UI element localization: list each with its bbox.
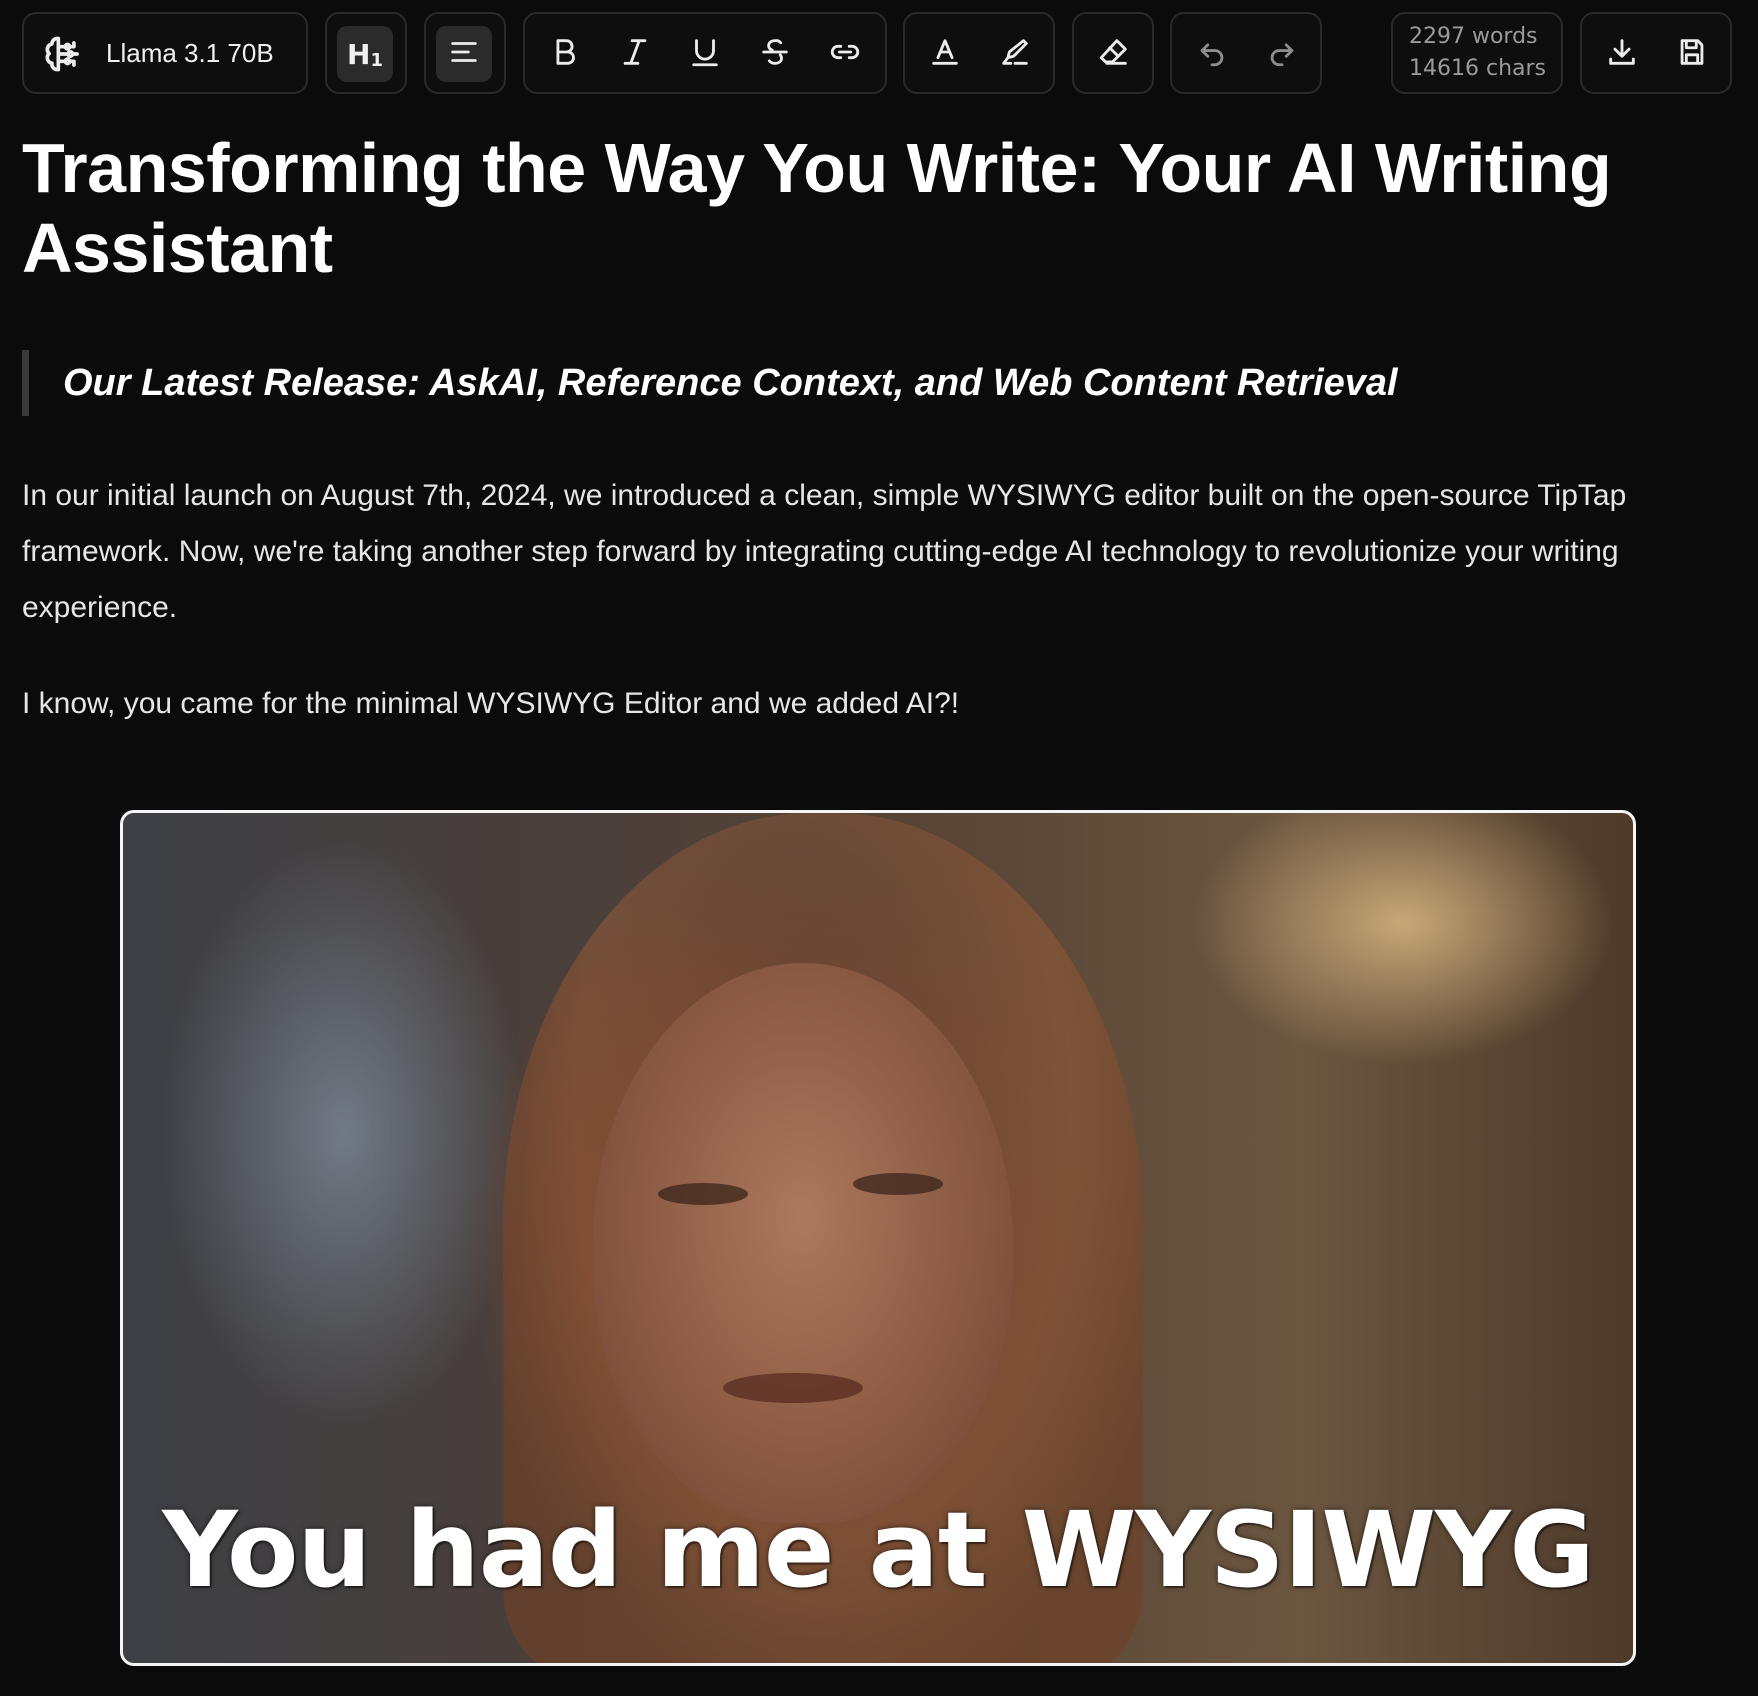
heading-letter: H — [347, 37, 371, 71]
highlighter-icon — [998, 35, 1032, 74]
eraser-group — [1072, 12, 1154, 94]
heading-button[interactable]: H1 — [337, 26, 393, 82]
heading-level: 1 — [370, 49, 383, 71]
blockquote[interactable]: Our Latest Release: AskAI, Reference Con… — [22, 350, 1722, 416]
file-group — [1580, 12, 1732, 94]
image-caption: You had me at WYSIWYG — [162, 1489, 1595, 1611]
embedded-gif-image[interactable]: You had me at WYSIWYG — [120, 810, 1636, 1666]
bold-icon — [548, 35, 582, 74]
editor-toolbar: Llama 3.1 70B H1 2297 words 14616 chars — [22, 12, 1734, 96]
text-color-button[interactable] — [917, 26, 973, 82]
clear-format-button[interactable] — [1086, 26, 1142, 82]
history-group — [1170, 12, 1322, 94]
format-group — [523, 12, 887, 94]
document-stats: 2297 words 14616 chars — [1391, 12, 1563, 94]
paragraph[interactable]: I know, you came for the minimal WYSIWYG… — [22, 676, 1734, 732]
blockquote-text: Our Latest Release: AskAI, Reference Con… — [63, 362, 1398, 404]
save-icon — [1675, 35, 1709, 74]
strikethrough-button[interactable] — [747, 26, 803, 82]
align-group — [424, 12, 506, 94]
image-face-shape — [593, 963, 1013, 1523]
strikethrough-icon — [758, 35, 792, 74]
eraser-icon — [1097, 35, 1131, 74]
model-selector[interactable]: Llama 3.1 70B — [22, 12, 308, 94]
italic-button[interactable] — [607, 26, 663, 82]
redo-icon — [1265, 35, 1299, 74]
link-icon — [828, 35, 862, 74]
text-color-icon — [928, 35, 962, 74]
color-group — [903, 12, 1055, 94]
save-button[interactable] — [1664, 26, 1720, 82]
heading-glyph: H1 — [347, 38, 383, 71]
char-count: 14616 chars — [1409, 56, 1547, 81]
redo-button[interactable] — [1254, 26, 1310, 82]
download-button[interactable] — [1594, 26, 1650, 82]
align-left-icon — [447, 35, 481, 74]
paragraph[interactable]: In our initial launch on August 7th, 202… — [22, 468, 1734, 636]
heading-group: H1 — [325, 12, 407, 94]
undo-icon — [1195, 35, 1229, 74]
image-mouth-shape — [723, 1373, 863, 1403]
bold-button[interactable] — [537, 26, 593, 82]
italic-icon — [618, 35, 652, 74]
brain-icon — [40, 32, 84, 76]
link-button[interactable] — [817, 26, 873, 82]
undo-button[interactable] — [1184, 26, 1240, 82]
image-eye-shape — [853, 1173, 943, 1195]
highlight-button[interactable] — [987, 26, 1043, 82]
align-button[interactable] — [436, 26, 492, 82]
document-title[interactable]: Transforming the Way You Write: Your AI … — [22, 128, 1722, 288]
word-count: 2297 words — [1409, 24, 1538, 49]
image-eye-shape — [658, 1183, 748, 1205]
underline-icon — [688, 35, 722, 74]
model-label: Llama 3.1 70B — [106, 38, 274, 68]
download-icon — [1605, 35, 1639, 74]
underline-button[interactable] — [677, 26, 733, 82]
